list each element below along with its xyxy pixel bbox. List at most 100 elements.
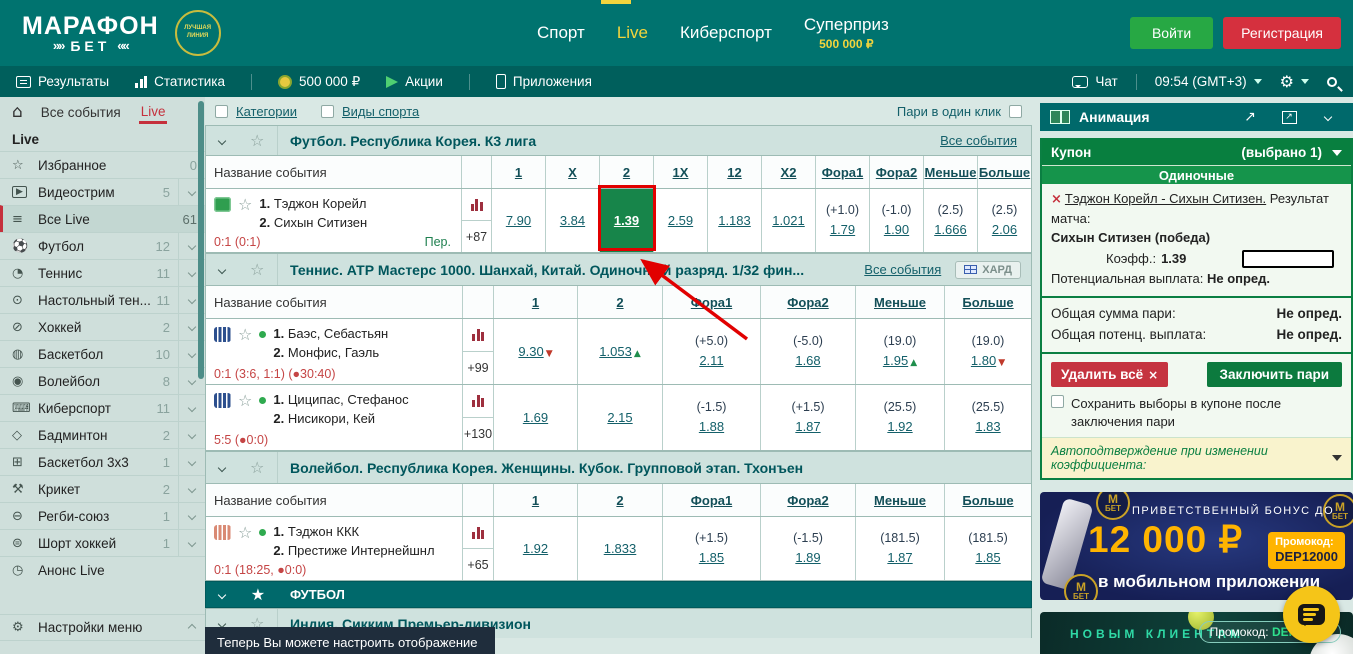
nav-esports[interactable]: Киберспорт	[680, 23, 772, 43]
odds-cell[interactable]: 9.30▼	[493, 319, 577, 384]
settings-menu-button[interactable]: ⚙	[1280, 72, 1309, 91]
expand-chevron[interactable]	[178, 449, 205, 475]
favorite-star-icon[interactable]: ☆	[250, 260, 264, 279]
all-events-link[interactable]: Все события	[864, 262, 941, 277]
column-header[interactable]: Фора1	[662, 484, 760, 516]
sidebar-item-videostream[interactable]: ▶ Видеострим 5	[0, 178, 205, 205]
search-button[interactable]	[1327, 77, 1337, 87]
sidebar-item-tennis[interactable]: ◔ Теннис 11	[0, 259, 205, 286]
column-header[interactable]: Меньше	[923, 156, 977, 188]
sport-types-checkbox[interactable]	[321, 105, 334, 118]
all-events-link[interactable]: Все события	[940, 133, 1017, 148]
odds-cell[interactable]: 1.183	[707, 189, 761, 252]
odds-cell[interactable]: (-5.0)1.68	[760, 319, 855, 384]
timezone-selector[interactable]: 09:54 (GMT+3)	[1155, 74, 1262, 89]
sidebar-item-basketball[interactable]: ◍ Баскетбол 10	[0, 340, 205, 367]
favorite-star-icon[interactable]: ☆	[238, 523, 252, 561]
odds-cell[interactable]: (+1.0)1.79	[815, 189, 869, 252]
sidebar-item-short-hockey[interactable]: ⊜ Шорт хоккей 1	[0, 529, 205, 556]
collapse-panel-chevron[interactable]	[1313, 114, 1343, 120]
column-header[interactable]: Меньше	[855, 286, 944, 318]
odds-cell[interactable]: 1.92	[493, 517, 577, 580]
event-name-cell[interactable]: ☆ 1. Тэджон ККК 2. Престиже Интернейшнл …	[206, 517, 462, 580]
odds-cell[interactable]: 1.021	[761, 189, 815, 252]
surface-badge[interactable]: ХАРД	[955, 261, 1021, 279]
column-header[interactable]: Больше	[944, 286, 1031, 318]
one-click-bet-checkbox[interactable]	[1009, 105, 1022, 118]
odds-cell-selected[interactable]: 1.39	[599, 189, 653, 252]
odds-cell[interactable]: (2.5)2.06	[977, 189, 1031, 252]
singles-tab[interactable]: Одиночные	[1042, 165, 1351, 184]
sidebar-item-basketball-3x3[interactable]: ⊞ Баскетбол 3x3 1	[0, 448, 205, 475]
column-header[interactable]: 1	[491, 156, 545, 188]
odds-cell[interactable]: 1.833	[577, 517, 662, 580]
column-header[interactable]: Фора1	[662, 286, 760, 318]
column-header[interactable]: Фора2	[760, 484, 855, 516]
sport-types-filter-link[interactable]: Виды спорта	[342, 104, 419, 119]
odds-cell[interactable]: (-1.5)1.89	[760, 517, 855, 580]
remove-bet-icon[interactable]: ×	[1051, 192, 1062, 207]
sidebar-item-live-announce[interactable]: ◷ Анонс Live	[0, 556, 205, 583]
bet-match-link[interactable]: Тэджон Корейл - Сихын Ситизен.	[1065, 191, 1266, 206]
collapse-group-chevron[interactable]	[218, 590, 226, 598]
odds-cell[interactable]: 3.84	[545, 189, 599, 252]
event-name-cell[interactable]: ☆ 1. Тэджон Корейл 2. Сихын Ситизен 0:1 …	[206, 189, 461, 252]
more-markets-button[interactable]: +87	[462, 220, 491, 252]
odds-cell[interactable]: (-1.0)1.90	[869, 189, 923, 252]
banner-mobile-bonus[interactable]: МБЕТ МБЕТ МБЕТ ПРИВЕТСТВЕННЫЙ БОНУС ДО 1…	[1040, 492, 1353, 600]
odds-cell[interactable]: 2.59	[653, 189, 707, 252]
marathonbet-logo[interactable]: МАРАФОН »» БЕТ ««	[22, 13, 159, 54]
expand-diagonal-icon[interactable]: ↗	[1235, 109, 1265, 125]
sidebar-item-volleyball[interactable]: ◉ Волейбол 8	[0, 367, 205, 394]
odds-cell[interactable]: (19.0)1.80▼	[944, 319, 1031, 384]
odds-cell[interactable]: (+1.5)1.85	[662, 517, 760, 580]
stats-chart-button[interactable]	[463, 385, 493, 417]
support-chat-fab[interactable]	[1283, 586, 1340, 643]
keep-selections-checkbox[interactable]	[1051, 395, 1064, 408]
categories-checkbox[interactable]	[215, 105, 228, 118]
expand-chevron[interactable]	[178, 395, 205, 421]
tab-live[interactable]: Live	[139, 100, 168, 124]
column-header[interactable]: Фора2	[760, 286, 855, 318]
column-header[interactable]: 1X	[653, 156, 707, 188]
promotions-link[interactable]: Акции	[386, 74, 443, 89]
odds-cell[interactable]: (+5.0)2.11	[662, 319, 760, 384]
expand-chevron[interactable]	[178, 422, 205, 448]
column-header[interactable]: X	[545, 156, 599, 188]
sidebar-item-rugby-union[interactable]: ⊖ Регби-союз 1	[0, 502, 205, 529]
stats-chart-button[interactable]	[462, 189, 491, 220]
odds-cell[interactable]: 7.90	[491, 189, 545, 252]
sidebar-item-favorites[interactable]: ☆ Избранное 0	[0, 151, 205, 178]
results-link[interactable]: Результаты	[16, 74, 109, 89]
register-button[interactable]: Регистрация	[1223, 17, 1341, 49]
column-header[interactable]: 1	[493, 484, 577, 516]
expand-chevron[interactable]	[178, 476, 205, 502]
menu-settings-button[interactable]: ⚙ Настройки меню	[0, 614, 205, 641]
column-header[interactable]: Больше	[944, 484, 1031, 516]
favorite-star-icon[interactable]: ☆	[238, 391, 252, 429]
event-name-cell[interactable]: ☆ 1. Баэс, Себастьян 2. Монфис, Гаэль 0:…	[206, 319, 462, 384]
sidebar-scrollbar[interactable]	[198, 101, 204, 379]
column-header[interactable]: Фора1	[815, 156, 869, 188]
expand-chevron[interactable]	[178, 530, 205, 556]
popout-window-icon[interactable]: ↗	[1274, 111, 1304, 124]
home-icon[interactable]: ⌂	[12, 102, 23, 122]
odds-cell[interactable]: (2.5)1.666	[923, 189, 977, 252]
collapse-section-chevron[interactable]	[217, 463, 225, 471]
event-name-cell[interactable]: ☆ 1. Циципас, Стефанос 2. Нисикори, Кей …	[206, 385, 462, 450]
favorite-star-icon[interactable]: ☆	[250, 458, 264, 477]
more-markets-button[interactable]: +130	[463, 417, 493, 450]
sidebar-item-all-live[interactable]: ≡ Все Live 61	[0, 205, 205, 232]
categories-filter-link[interactable]: Категории	[236, 104, 297, 119]
collapse-section-chevron[interactable]	[217, 265, 225, 273]
nav-superprize[interactable]: Суперприз 500 000 ₽	[804, 15, 889, 51]
sidebar-item-esports[interactable]: ⌨ Киберспорт 11	[0, 394, 205, 421]
stats-chart-button[interactable]	[463, 517, 493, 548]
column-header[interactable]: 12	[707, 156, 761, 188]
jackpot-amount-link[interactable]: 500 000 ₽	[278, 74, 360, 90]
login-button[interactable]: Войти	[1130, 17, 1213, 49]
odds-cell[interactable]: 1.053▲	[577, 319, 662, 384]
sport-group-header-football[interactable]: ★ ФУТБОЛ	[205, 581, 1032, 608]
collapse-section-chevron[interactable]	[217, 136, 225, 144]
expand-chevron[interactable]	[178, 503, 205, 529]
